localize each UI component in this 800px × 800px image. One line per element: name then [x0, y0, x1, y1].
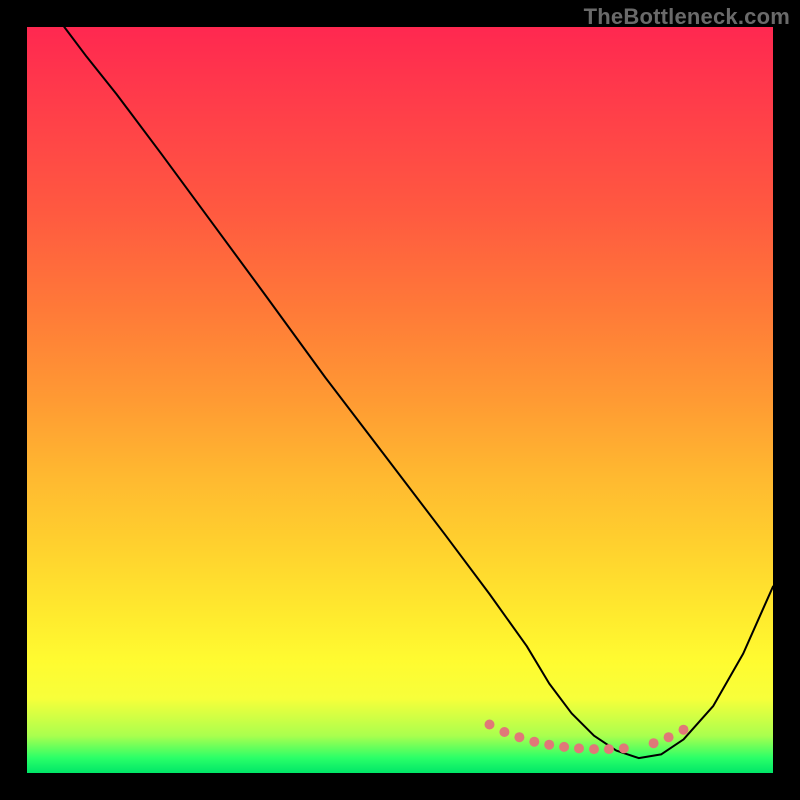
watermark-text: TheBottleneck.com [584, 4, 790, 30]
plot-area [27, 27, 773, 773]
chart-frame: TheBottleneck.com [0, 0, 800, 800]
